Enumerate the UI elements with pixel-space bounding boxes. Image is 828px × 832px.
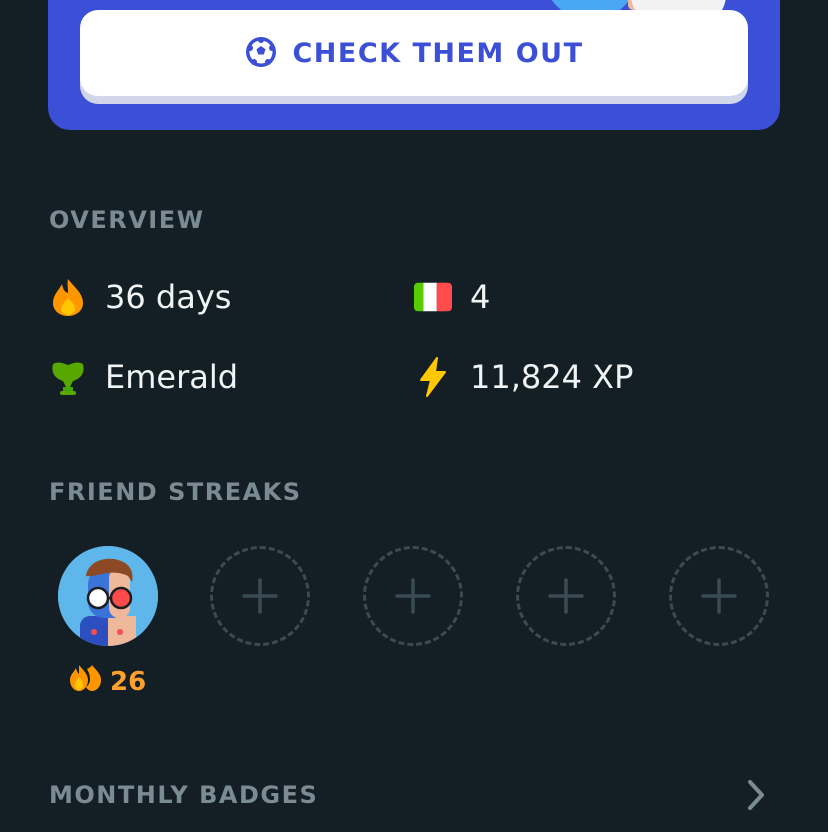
plus-icon — [548, 578, 584, 614]
add-friend-slot[interactable] — [516, 546, 616, 646]
plus-icon — [701, 578, 737, 614]
xp-stat: 11,824 XP — [414, 357, 634, 397]
overview-title: OVERVIEW — [49, 206, 205, 234]
flame-icon — [49, 278, 87, 316]
league-value: Emerald — [105, 358, 239, 396]
italy-flag-icon — [414, 278, 452, 316]
add-friend-slot[interactable] — [669, 546, 769, 646]
promo-card: CHECK THEM OUT — [48, 0, 780, 130]
friend-streaks-title: FRIEND STREAKS — [49, 478, 302, 506]
xp-value: 11,824 XP — [470, 358, 634, 396]
double-flame-icon — [68, 664, 102, 699]
chevron-right-icon[interactable] — [742, 778, 770, 812]
friend-avatar[interactable] — [58, 546, 158, 646]
emerald-trophy-icon — [49, 358, 87, 396]
add-friend-slot[interactable] — [210, 546, 310, 646]
soccer-ball-icon — [244, 35, 278, 72]
plus-icon — [242, 578, 278, 614]
check-them-out-button[interactable]: CHECK THEM OUT — [80, 10, 748, 96]
courses-value: 4 — [470, 278, 491, 316]
friend-streak-count: 26 — [68, 664, 146, 699]
cta-label: CHECK THEM OUT — [292, 37, 584, 69]
courses-stat: 4 — [414, 278, 490, 316]
streak-stat: 36 days — [49, 278, 231, 316]
league-stat: Emerald — [49, 358, 238, 396]
add-friend-slot[interactable] — [363, 546, 463, 646]
monthly-badges-title: MONTHLY BADGES — [49, 781, 319, 809]
plus-icon — [395, 578, 431, 614]
lightning-icon — [414, 357, 452, 397]
streak-value: 36 days — [105, 278, 232, 316]
streak-number: 26 — [110, 666, 147, 697]
